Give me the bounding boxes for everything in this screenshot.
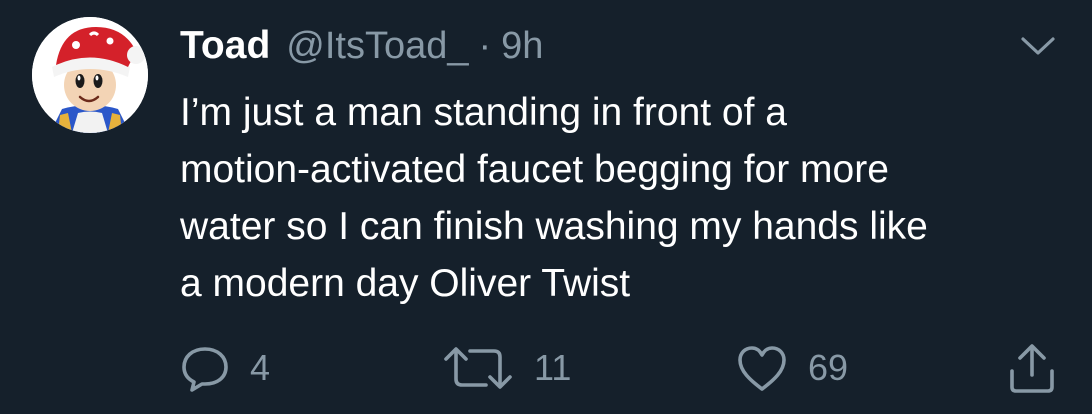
author-name[interactable]: Toad xyxy=(180,24,270,68)
retweet-button[interactable]: 11 xyxy=(442,338,571,398)
tweet-text: I’m just a man standing in front of a mo… xyxy=(180,84,1060,312)
tweet-text-line: a modern day Oliver Twist xyxy=(180,262,631,305)
tweet-time[interactable]: 9h xyxy=(501,25,543,68)
author-handle[interactable]: @ItsToad_ xyxy=(286,25,468,68)
share-button[interactable] xyxy=(1006,338,1058,398)
tweet[interactable]: Toad @ItsToad_ · 9h I’m just a man stand… xyxy=(0,0,1092,414)
like-count: 69 xyxy=(808,347,849,388)
tweet-menu-button[interactable] xyxy=(1018,33,1058,61)
tweet-actions: 4 11 69 xyxy=(0,338,1092,398)
avatar[interactable] xyxy=(32,17,148,133)
reply-count: 4 xyxy=(250,347,271,388)
like-button[interactable]: 69 xyxy=(736,338,848,398)
chevron-down-icon xyxy=(1021,37,1055,55)
reply-button[interactable]: 4 xyxy=(180,338,270,398)
tweet-text-line: water so I can finish washing my hands l… xyxy=(180,205,928,248)
heart-icon xyxy=(738,346,786,391)
retweet-count: 11 xyxy=(534,347,572,388)
tweet-text-line: I’m just a man standing in front of a xyxy=(180,91,787,134)
toad-avatar-icon xyxy=(32,17,148,133)
reply-icon xyxy=(182,347,228,392)
retweet-icon xyxy=(444,347,512,389)
share-icon xyxy=(1010,344,1054,393)
separator-dot: · xyxy=(478,25,492,67)
tweet-header: Toad @ItsToad_ · 9h xyxy=(180,24,543,74)
tweet-text-line: motion-activated faucet begging for more xyxy=(180,148,889,191)
